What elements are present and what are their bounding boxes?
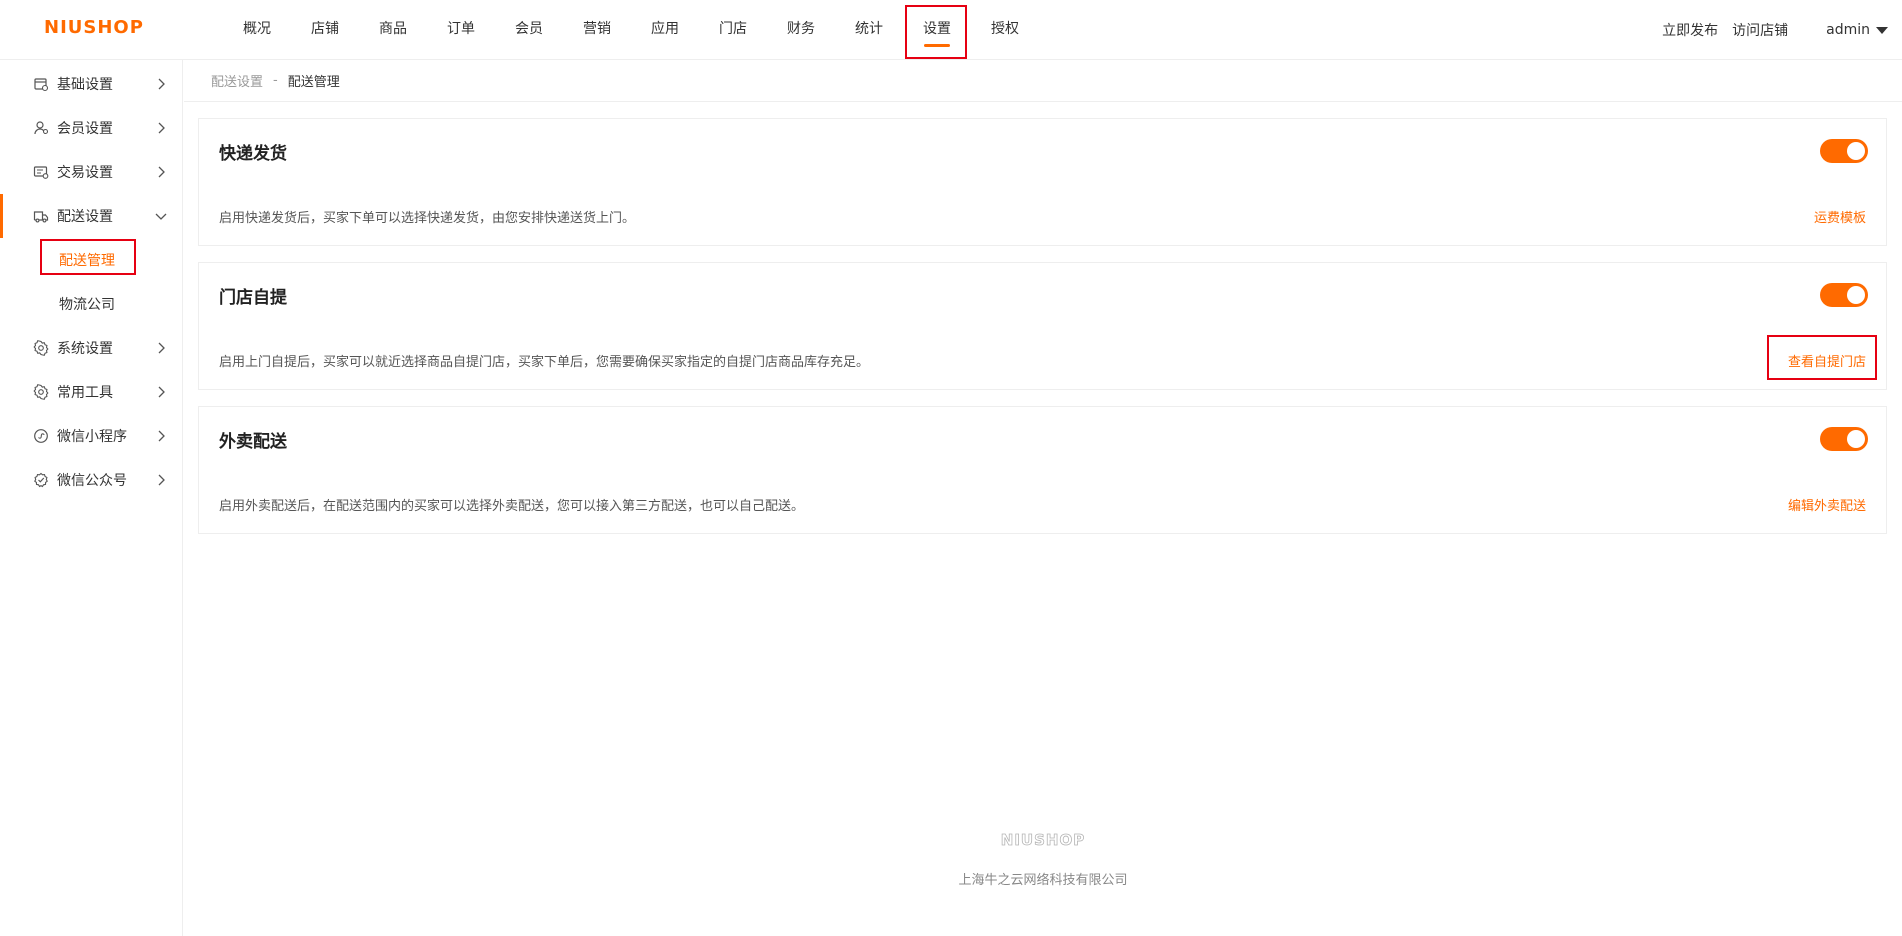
card-title: 快递发货 — [219, 144, 287, 164]
edit-takeout-delivery-link[interactable]: 编辑外卖配送 — [1788, 495, 1866, 514]
user-menu[interactable]: admin — [1826, 22, 1888, 38]
sidebar-item-label: 系统设置 — [57, 341, 113, 357]
nav-goods[interactable]: 商品 — [359, 0, 427, 60]
nav-stores[interactable]: 门店 — [699, 0, 767, 60]
nav-marketing[interactable]: 营销 — [563, 0, 631, 60]
publish-link[interactable]: 立即发布 — [1662, 20, 1718, 40]
sidebar-item-trade[interactable]: 交易设置 — [0, 150, 182, 194]
user-name: admin — [1826, 22, 1870, 38]
chevron-down-icon — [155, 213, 167, 220]
card-description: 启用快递发货后，买家下单可以选择快递发货，由您安排快递送货上门。 — [219, 211, 636, 226]
chevron-right-icon — [158, 342, 165, 354]
chevron-right-icon — [158, 386, 165, 398]
card-description: 启用上门自提后，买家可以就近选择商品自提门店，买家下单后，您需要确保买家指定的自… — [219, 355, 870, 370]
view-pickup-stores-link[interactable]: 查看自提门店 — [1788, 351, 1866, 370]
nav-finance[interactable]: 财务 — [767, 0, 835, 60]
footer-company: 上海牛之云网络科技有限公司 — [958, 873, 1128, 888]
store-pickup-toggle[interactable] — [1820, 283, 1868, 307]
sidebar-item-label: 微信小程序 — [57, 429, 127, 445]
sidebar-item-label: 交易设置 — [57, 165, 113, 181]
freight-template-link[interactable]: 运费模板 — [1814, 207, 1866, 226]
footer-logo: NIUSHOP — [1000, 831, 1085, 850]
nav-members[interactable]: 会员 — [495, 0, 563, 60]
breadcrumb-current: 配送管理 — [287, 75, 340, 90]
sidebar-subitem-label: 物流公司 — [59, 297, 115, 313]
breadcrumb-parent[interactable]: 配送设置 — [211, 71, 263, 90]
chevron-right-icon — [158, 430, 165, 442]
nav-statistics[interactable]: 统计 — [835, 0, 903, 60]
takeout-delivery-toggle[interactable] — [1820, 427, 1868, 451]
express-delivery-toggle[interactable] — [1820, 139, 1868, 163]
nav-orders[interactable]: 订单 — [427, 0, 495, 60]
breadcrumb: 配送设置 - 配送管理 — [184, 60, 1902, 102]
sidebar-item-label: 微信公众号 — [57, 473, 127, 489]
card-store-pickup: 门店自提 启用上门自提后，买家可以就近选择商品自提门店，买家下单后，您需要确保买… — [198, 262, 1887, 390]
card-takeout-delivery: 外卖配送 启用外卖配送后，在配送范围内的买家可以选择外卖配送，您可以接入第三方配… — [198, 406, 1887, 534]
delivery-truck-icon — [33, 208, 49, 224]
sidebar-item-label: 基础设置 — [57, 77, 113, 93]
main-nav: 概况 店铺 商品 订单 会员 营销 应用 门店 财务 统计 设置 授权 — [223, 0, 1039, 60]
sidebar-item-delivery[interactable]: 配送设置 — [0, 194, 182, 238]
gear-icon — [33, 340, 49, 356]
chevron-right-icon — [158, 474, 165, 486]
sidebar-item-label: 常用工具 — [57, 385, 113, 401]
nav-settings[interactable]: 设置 — [903, 0, 971, 60]
card-description: 启用外卖配送后，在配送范围内的买家可以选择外卖配送，您可以接入第三方配送，也可以… — [219, 499, 805, 514]
sidebar-subitem-delivery-management[interactable]: 配送管理 — [0, 238, 182, 282]
footer-logo-text: NIUSHOP — [1001, 831, 1085, 849]
member-icon — [33, 120, 49, 136]
visit-shop-link[interactable]: 访问店铺 — [1732, 20, 1788, 40]
sidebar-item-official-account[interactable]: 微信公众号 — [0, 458, 182, 502]
top-bar: NIUSHOP 概况 店铺 商品 订单 会员 营销 应用 门店 财务 统计 设置… — [0, 0, 1902, 60]
nav-overview[interactable]: 概况 — [223, 0, 291, 60]
chevron-right-icon — [158, 166, 165, 178]
card-title: 外卖配送 — [219, 432, 287, 452]
card-express-delivery: 快递发货 启用快递发货后，买家下单可以选择快递发货，由您安排快递送货上门。 运费… — [198, 118, 1887, 246]
nav-shop[interactable]: 店铺 — [291, 0, 359, 60]
sidebar-item-member[interactable]: 会员设置 — [0, 106, 182, 150]
main-content: 配送设置 - 配送管理 快递发货 启用快递发货后，买家下单可以选择快递发货，由您… — [184, 60, 1902, 936]
chevron-right-icon — [158, 122, 165, 134]
breadcrumb-separator: - — [273, 73, 278, 88]
mini-program-icon — [33, 428, 49, 444]
nav-authorization[interactable]: 授权 — [971, 0, 1039, 60]
top-right-actions: 立即发布 访问店铺 admin — [1662, 0, 1902, 60]
sidebar-item-mini-program[interactable]: 微信小程序 — [0, 414, 182, 458]
sidebar-subitem-label: 配送管理 — [59, 253, 115, 269]
sidebar-item-tools[interactable]: 常用工具 — [0, 370, 182, 414]
nav-apps[interactable]: 应用 — [631, 0, 699, 60]
tools-gear-icon — [33, 384, 49, 400]
chevron-right-icon — [158, 78, 165, 90]
store-settings-icon — [33, 76, 49, 92]
sidebar-item-basic[interactable]: 基础设置 — [0, 62, 182, 106]
sidebar-subitem-logistics-company[interactable]: 物流公司 — [0, 282, 182, 326]
sidebar: 基础设置 会员设置 交易设置 配送设置 配送管理 物流公司 系统设置 常用工具 … — [0, 60, 183, 936]
brand-logo[interactable]: NIUSHOP — [44, 17, 144, 38]
sidebar-item-system[interactable]: 系统设置 — [0, 326, 182, 370]
caret-down-icon — [1876, 26, 1888, 34]
sidebar-item-label: 会员设置 — [57, 121, 113, 137]
official-account-icon — [33, 472, 49, 488]
trade-icon — [33, 164, 49, 180]
card-title: 门店自提 — [219, 288, 287, 308]
sidebar-item-label: 配送设置 — [57, 209, 113, 225]
